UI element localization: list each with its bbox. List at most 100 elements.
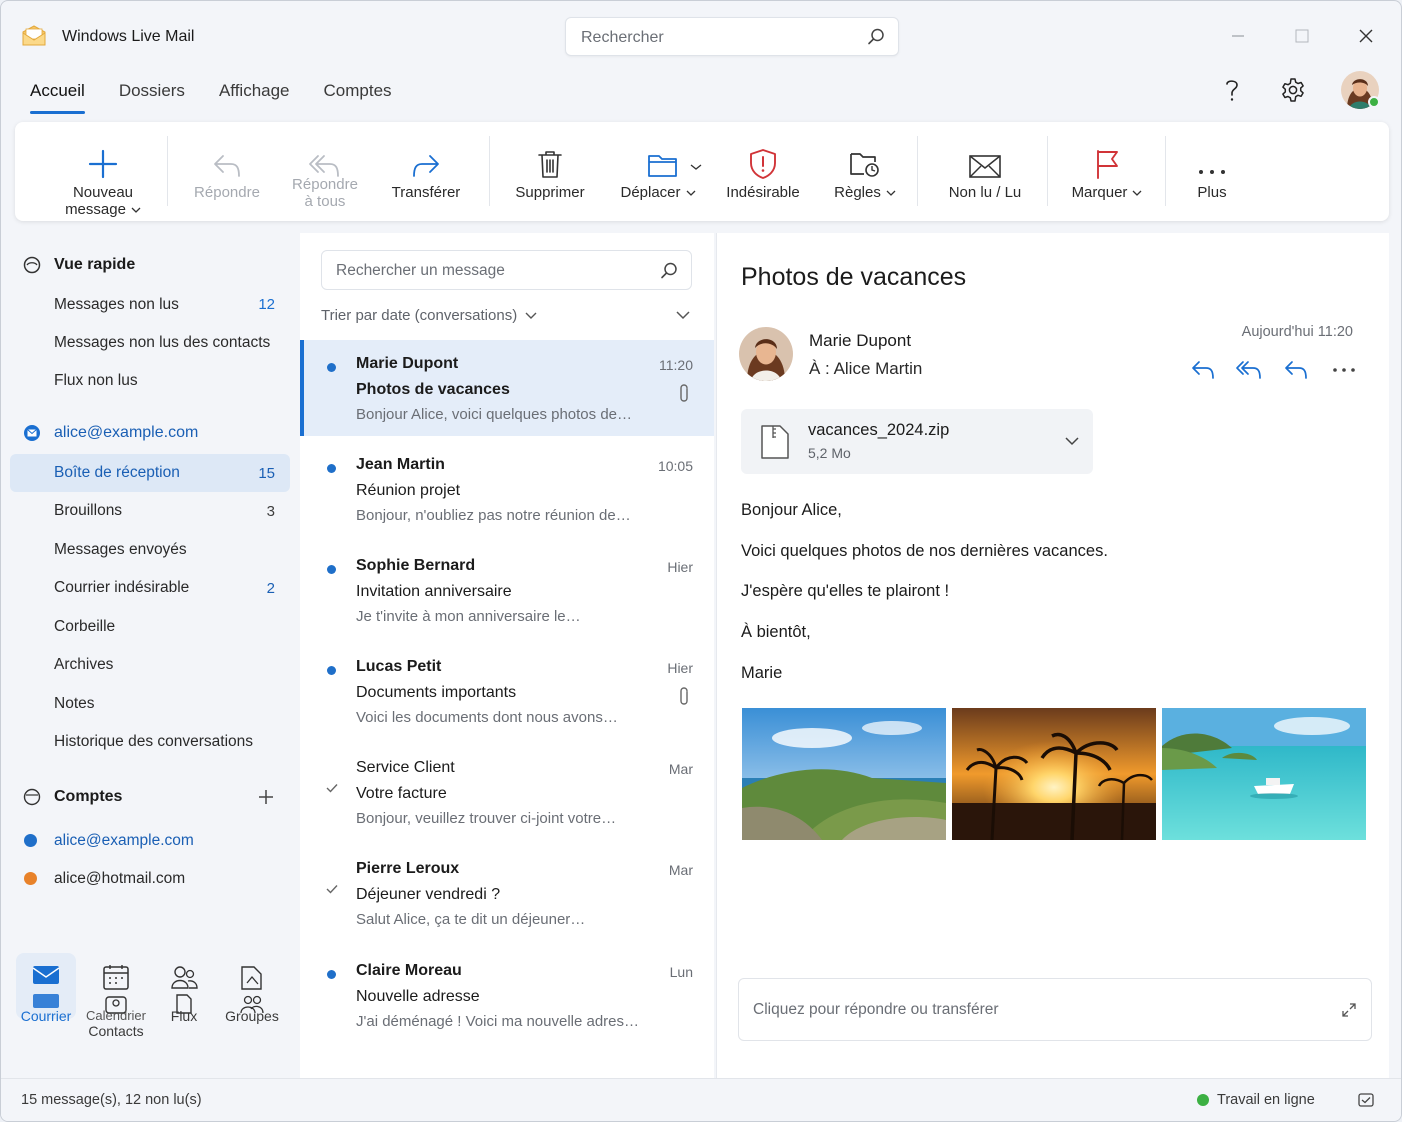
- forward-icon[interactable]: [1283, 359, 1309, 381]
- read-unread-button[interactable]: Non lu / Lu: [939, 122, 1031, 221]
- status-bar: 15 message(s), 12 non lu(s) Travail en l…: [1, 1078, 1401, 1121]
- account-color-dot: [24, 834, 37, 847]
- move-button[interactable]: Déplacer: [613, 122, 703, 221]
- folder-inbox[interactable]: Boîte de réception: [54, 464, 180, 482]
- chevron-down-icon: [886, 190, 896, 196]
- message-preview: J'ai déménagé ! Voici ma nouvelle adress…: [356, 1013, 646, 1030]
- message-search-input[interactable]: Rechercher un message: [321, 250, 692, 290]
- chevron-down-icon: [686, 190, 695, 196]
- message-time: 11:20: [659, 357, 693, 373]
- search-icon[interactable]: [659, 261, 679, 281]
- app-calendar-label: Calendrier: [86, 1008, 146, 1023]
- sunset-palms-photo[interactable]: [952, 708, 1156, 840]
- search-placeholder: Rechercher: [581, 29, 664, 46]
- collapse-chevron-icon[interactable]: [675, 309, 691, 321]
- flag-button[interactable]: Marquer: [1065, 122, 1149, 221]
- tab-comptes[interactable]: Comptes: [324, 80, 392, 114]
- message-row[interactable]: Jean Martin Réunion projet Bonjour, n'ou…: [300, 441, 714, 541]
- account-header[interactable]: alice@example.com: [23, 424, 198, 442]
- junk-button[interactable]: Indésirable: [721, 122, 805, 221]
- unread-dot: [327, 464, 336, 473]
- search-icon[interactable]: [866, 27, 886, 47]
- trash-icon: [538, 151, 562, 178]
- tab-affichage[interactable]: Affichage: [219, 80, 290, 114]
- message-row[interactable]: Marie Dupont Photos de vacances Bonjour …: [300, 340, 714, 436]
- reply-button[interactable]: Répondre: [187, 122, 267, 221]
- message-sender: Sophie Bernard: [356, 557, 476, 574]
- email-body-line: Voici quelques photos de nos dernières v…: [741, 542, 1108, 560]
- minimize-button[interactable]: [1225, 23, 1251, 49]
- folder-junk[interactable]: Courrier indésirable: [54, 579, 189, 597]
- message-row[interactable]: Claire Moreau Nouvelle adresse J'ai démé…: [300, 947, 714, 1047]
- chevron-down-icon[interactable]: [1065, 436, 1079, 446]
- folder-notes[interactable]: Notes: [54, 695, 95, 713]
- forward-button[interactable]: Transférer: [383, 122, 469, 221]
- tab-dossiers[interactable]: Dossiers: [119, 80, 185, 114]
- more-dots-icon[interactable]: [1332, 366, 1356, 374]
- sort-dropdown[interactable]: Trier par date (conversations): [321, 307, 537, 324]
- new-message-label-2: message: [65, 201, 126, 218]
- message-row[interactable]: Service Client Votre facture Bonjour, ve…: [300, 744, 714, 844]
- quick-view-icon: [23, 256, 41, 274]
- folder-pane: Vue rapide Messages non lus 12 Messages …: [1, 233, 299, 1078]
- message-preview: Bonjour, veuillez trouver ci-joint votre…: [356, 810, 617, 827]
- message-preview: Voici les documents dont nous avons…: [356, 709, 618, 726]
- new-message-button[interactable]: Nouveau message: [53, 122, 153, 221]
- app-feeds-button[interactable]: Flux: [153, 963, 215, 1024]
- shield-junk-icon: [750, 149, 776, 179]
- quick-view-header[interactable]: Vue rapide: [23, 256, 135, 274]
- more-button[interactable]: Plus: [1185, 122, 1239, 221]
- flag-icon: [1097, 150, 1118, 179]
- sender-name[interactable]: Marie Dupont: [809, 331, 911, 351]
- account-item-example[interactable]: alice@example.com: [54, 832, 194, 850]
- lagoon-boat-photo[interactable]: [1162, 708, 1366, 840]
- reply-all-label-1: Répondre: [292, 176, 358, 193]
- sync-icon[interactable]: [1357, 1091, 1375, 1109]
- reply-icon: [214, 155, 240, 177]
- nav-item-unread[interactable]: Messages non lus: [54, 296, 179, 314]
- account-item-hotmail[interactable]: alice@hotmail.com: [54, 870, 185, 888]
- chevron-down-icon: [690, 164, 702, 170]
- message-search-placeholder: Rechercher un message: [336, 262, 505, 279]
- app-mail-button[interactable]: Courrier: [15, 963, 77, 1024]
- tab-accueil[interactable]: Accueil: [30, 80, 85, 114]
- message-subject: Photos de vacances: [356, 381, 510, 398]
- nav-item-unread-contacts[interactable]: Messages non lus des contacts: [54, 334, 270, 352]
- app-contacts-label: Contacts: [88, 1023, 144, 1039]
- message-row[interactable]: Sophie Bernard Invitation anniversaire J…: [300, 542, 714, 642]
- folder-archives[interactable]: Archives: [54, 656, 113, 674]
- folder-sent[interactable]: Messages envoyés: [54, 541, 187, 559]
- reply-all-button[interactable]: Répondre à tous: [285, 122, 365, 221]
- global-search-input[interactable]: Rechercher: [565, 17, 899, 56]
- folder-drafts[interactable]: Brouillons: [54, 502, 122, 520]
- nav-item-unread-feeds[interactable]: Flux non lus: [54, 372, 138, 390]
- message-preview: Bonjour Alice, voici quelques photos de…: [356, 406, 633, 423]
- rules-button[interactable]: Règles: [825, 122, 905, 221]
- reply-all-icon[interactable]: [1235, 359, 1263, 381]
- help-icon[interactable]: [1217, 75, 1247, 105]
- message-time: Hier: [667, 660, 693, 676]
- reply-icon[interactable]: [1190, 359, 1216, 381]
- app-groups-button[interactable]: Groupes: [221, 963, 283, 1024]
- folder-trash[interactable]: Corbeille: [54, 618, 115, 636]
- quick-reply-box[interactable]: Cliquez pour répondre ou transférer: [738, 978, 1372, 1041]
- add-account-plus-icon[interactable]: [258, 789, 274, 805]
- message-row[interactable]: Lucas Petit Documents importants Voici l…: [300, 643, 714, 743]
- message-row[interactable]: Pierre Leroux Déjeuner vendredi ? Salut …: [300, 845, 714, 945]
- account-label: alice@example.com: [54, 424, 199, 441]
- junk-count: 2: [266, 580, 275, 597]
- delete-button[interactable]: Supprimer: [509, 122, 591, 221]
- maximize-button[interactable]: [1289, 23, 1315, 49]
- reading-pane: Photos de vacances Marie Dupont À : Alic…: [716, 233, 1389, 1078]
- close-button[interactable]: [1353, 23, 1379, 49]
- app-calendar-contacts-button[interactable]: Calendrier Contacts: [85, 963, 147, 1039]
- attachment-card[interactable]: vacances_2024.zip 5,2 Mo: [741, 409, 1093, 474]
- expand-icon[interactable]: [1341, 1002, 1357, 1018]
- folder-chat-history[interactable]: Historique des conversations: [54, 733, 253, 751]
- email-body-line: J'espère qu'elles te plairont !: [741, 582, 950, 600]
- attachment-size: 5,2 Mo: [808, 445, 851, 461]
- accounts-header[interactable]: Comptes: [23, 788, 122, 806]
- coastline-photo[interactable]: [742, 708, 946, 840]
- settings-gear-icon[interactable]: [1278, 75, 1308, 105]
- accounts-label: Comptes: [54, 788, 123, 805]
